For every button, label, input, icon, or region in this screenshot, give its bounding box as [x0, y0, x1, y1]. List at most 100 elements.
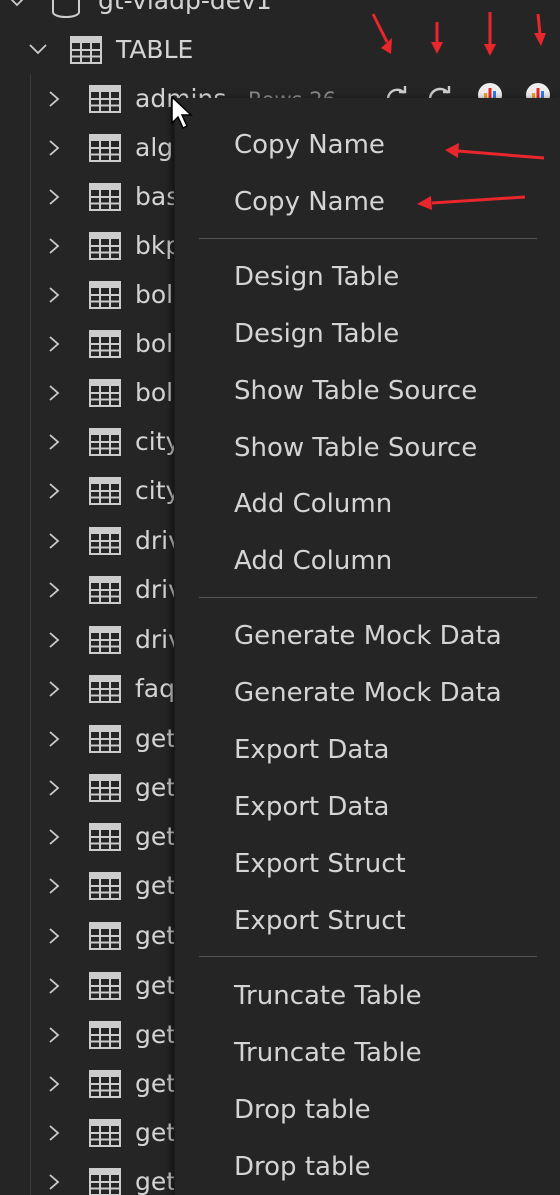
table-icon — [89, 823, 121, 851]
database-explorer: gt-vladp-dev1 TABLE admins Rows 26 alg b… — [0, 0, 560, 1195]
table-icon — [89, 1168, 121, 1195]
menu-item-label: Drop table — [234, 1095, 371, 1125]
table-group-label: TABLE — [116, 35, 194, 64]
menu-item-generate-mock-data[interactable]: Generate Mock Data — [175, 611, 560, 661]
menu-item-label: Design Table — [234, 262, 400, 292]
menu-item-export-struct[interactable]: Export Struct — [175, 839, 560, 889]
database-icon — [50, 0, 82, 18]
connection-label: gt-vladp-dev1 — [98, 0, 272, 15]
table-icon — [89, 872, 121, 900]
table-icon — [70, 36, 102, 64]
menu-separator — [199, 597, 537, 598]
table-name: faq — [135, 674, 175, 703]
table-icon — [89, 922, 121, 950]
menu-item-add-column[interactable]: Add Column — [175, 479, 560, 529]
menu-item-drop-table[interactable]: Drop table — [175, 1142, 560, 1192]
menu-item-label: Truncate Table — [234, 1038, 422, 1068]
chevron-right-icon[interactable] — [47, 681, 61, 697]
context-menu: Copy Name Copy Name Design Table Design … — [174, 98, 560, 1195]
chevron-right-icon[interactable] — [47, 780, 61, 796]
chevron-right-icon[interactable] — [47, 878, 61, 894]
table-icon — [89, 527, 121, 555]
table-icon — [89, 626, 121, 654]
table-icon — [89, 428, 121, 456]
chevron-right-icon[interactable] — [47, 928, 61, 944]
menu-item-label: Show Table Source — [234, 433, 478, 463]
menu-item-label: Export Data — [234, 735, 390, 765]
table-name: get — [135, 1020, 177, 1049]
connection-row[interactable]: gt-vladp-dev1 — [0, 0, 560, 27]
menu-item-label: Copy Name — [234, 130, 385, 160]
menu-item-label: Copy Name — [234, 187, 385, 217]
table-name: bol — [135, 378, 174, 407]
chevron-right-icon[interactable] — [47, 385, 61, 401]
table-name: bas — [135, 182, 180, 211]
menu-separator — [199, 238, 537, 239]
table-group-row[interactable]: TABLE — [0, 25, 560, 74]
chevron-right-icon[interactable] — [47, 434, 61, 450]
menu-item-design-table[interactable]: Design Table — [175, 309, 560, 359]
table-icon — [89, 1119, 121, 1147]
chevron-right-icon[interactable] — [47, 336, 61, 352]
menu-item-label: Generate Mock Data — [234, 678, 502, 708]
menu-item-label: Export Struct — [234, 849, 406, 879]
menu-item-copy-name[interactable]: Copy Name — [175, 120, 560, 170]
mouse-cursor-icon — [171, 95, 195, 134]
chevron-right-icon[interactable] — [47, 140, 61, 156]
menu-item-add-column[interactable]: Add Column — [175, 536, 560, 586]
menu-item-generate-mock-data[interactable]: Generate Mock Data — [175, 668, 560, 718]
chevron-right-icon[interactable] — [47, 829, 61, 845]
table-icon — [89, 675, 121, 703]
chevron-right-icon[interactable] — [47, 91, 61, 107]
menu-item-label: Design Table — [234, 319, 400, 349]
table-icon — [89, 725, 121, 753]
menu-item-design-table[interactable]: Design Table — [175, 252, 560, 302]
table-icon — [89, 972, 121, 1000]
table-name: get — [135, 724, 177, 753]
table-icon — [89, 576, 121, 604]
table-name: get — [135, 773, 177, 802]
table-name: get — [135, 1118, 177, 1147]
menu-item-label: Add Column — [234, 489, 393, 519]
chevron-right-icon[interactable] — [47, 731, 61, 747]
chevron-right-icon[interactable] — [47, 1125, 61, 1141]
table-icon — [89, 477, 121, 505]
table-name: get — [135, 971, 177, 1000]
chevron-right-icon[interactable] — [47, 533, 61, 549]
menu-item-label: Drop table — [234, 1152, 371, 1182]
chevron-right-icon[interactable] — [47, 632, 61, 648]
menu-item-truncate-table[interactable]: Truncate Table — [175, 1028, 560, 1078]
table-icon — [89, 1070, 121, 1098]
menu-item-export-struct[interactable]: Export Struct — [175, 896, 560, 946]
menu-item-label: Export Struct — [234, 906, 406, 936]
chevron-right-icon[interactable] — [47, 189, 61, 205]
table-icon — [89, 774, 121, 802]
table-icon — [89, 134, 121, 162]
menu-item-label: Truncate Table — [234, 981, 422, 1011]
menu-item-export-data[interactable]: Export Data — [175, 782, 560, 832]
menu-item-show-table-source[interactable]: Show Table Source — [175, 423, 560, 473]
chevron-right-icon[interactable] — [47, 287, 61, 303]
chevron-right-icon[interactable] — [47, 1076, 61, 1092]
table-name: get — [135, 1069, 177, 1098]
chevron-right-icon[interactable] — [47, 1027, 61, 1043]
menu-item-export-data[interactable]: Export Data — [175, 725, 560, 775]
chevron-right-icon[interactable] — [47, 1174, 61, 1190]
chevron-right-icon[interactable] — [47, 978, 61, 994]
table-name: get — [135, 871, 177, 900]
chevron-right-icon[interactable] — [47, 483, 61, 499]
table-name: get — [135, 822, 177, 851]
menu-item-copy-name[interactable]: Copy Name — [175, 177, 560, 227]
menu-item-show-table-source[interactable]: Show Table Source — [175, 366, 560, 416]
table-name: bol — [135, 280, 174, 309]
chevron-right-icon[interactable] — [47, 238, 61, 254]
chevron-right-icon[interactable] — [47, 582, 61, 598]
chevron-down-icon[interactable] — [10, 0, 24, 9]
menu-item-truncate-table[interactable]: Truncate Table — [175, 971, 560, 1021]
table-icon — [89, 85, 121, 113]
menu-item-drop-table[interactable]: Drop table — [175, 1085, 560, 1135]
table-icon — [89, 379, 121, 407]
table-icon — [89, 183, 121, 211]
table-name: get — [135, 1167, 177, 1195]
chevron-down-icon[interactable] — [28, 42, 47, 56]
